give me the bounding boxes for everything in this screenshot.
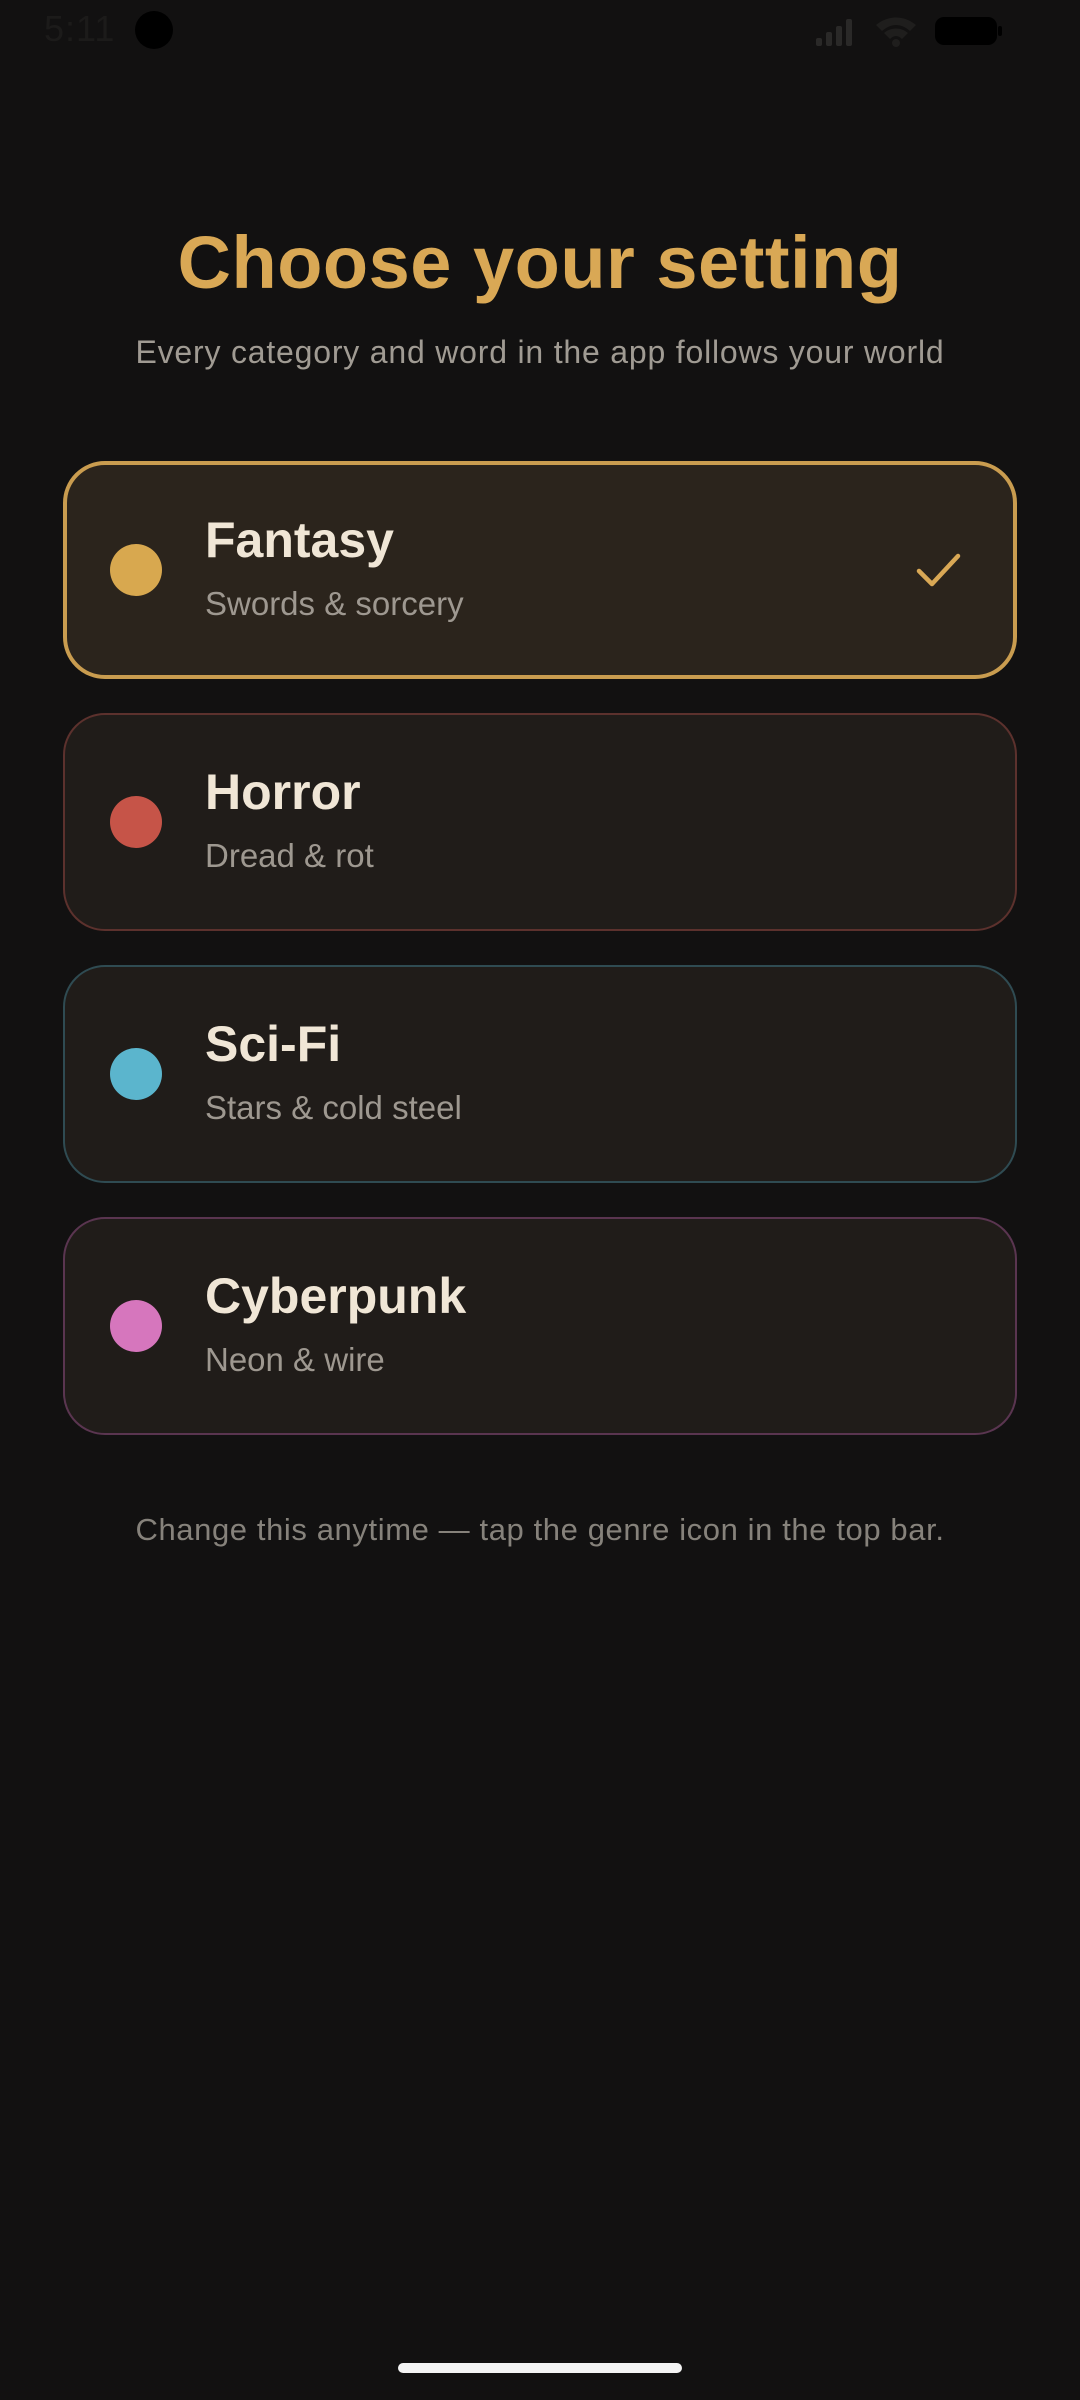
status-icons [814, 14, 1004, 48]
checkmark-icon [913, 545, 963, 595]
genre-color-dot [110, 796, 162, 848]
genre-card-horror[interactable]: Horror Dread & rot [63, 713, 1017, 931]
status-time: 5:11 [44, 8, 116, 49]
status-bar: 5:11 [0, 0, 1080, 62]
genre-tagline: Swords & sorcery [205, 585, 464, 622]
genre-card-fantasy[interactable]: Fantasy Swords & sorcery [63, 461, 1017, 679]
home-indicator[interactable] [398, 2363, 682, 2373]
genre-name: Cyberpunk [205, 1268, 467, 1324]
genre-name: Horror [205, 764, 361, 820]
battery-icon [934, 14, 1004, 48]
genre-tagline: Neon & wire [205, 1341, 385, 1378]
page-subtitle: Every category and word in the app follo… [135, 334, 945, 370]
genre-color-dot [110, 544, 162, 596]
page-title: Choose your setting [177, 221, 903, 304]
genre-tagline: Dread & rot [205, 837, 374, 874]
signal-icon [814, 14, 858, 48]
settings-hint: Change this anytime — tap the genre icon… [135, 1512, 945, 1547]
front-camera-icon [135, 11, 173, 49]
wifi-icon [874, 14, 918, 48]
genre-tagline: Stars & cold steel [205, 1089, 462, 1126]
genre-card-scifi[interactable]: Sci-Fi Stars & cold steel [63, 965, 1017, 1183]
genre-color-dot [110, 1300, 162, 1352]
genre-name: Fantasy [205, 512, 394, 568]
genre-card-cyberpunk[interactable]: Cyberpunk Neon & wire [63, 1217, 1017, 1435]
genre-name: Sci-Fi [205, 1016, 342, 1072]
genre-color-dot [110, 1048, 162, 1100]
genre-list: Fantasy Swords & sorcery Horror Dread & … [63, 461, 1017, 1469]
